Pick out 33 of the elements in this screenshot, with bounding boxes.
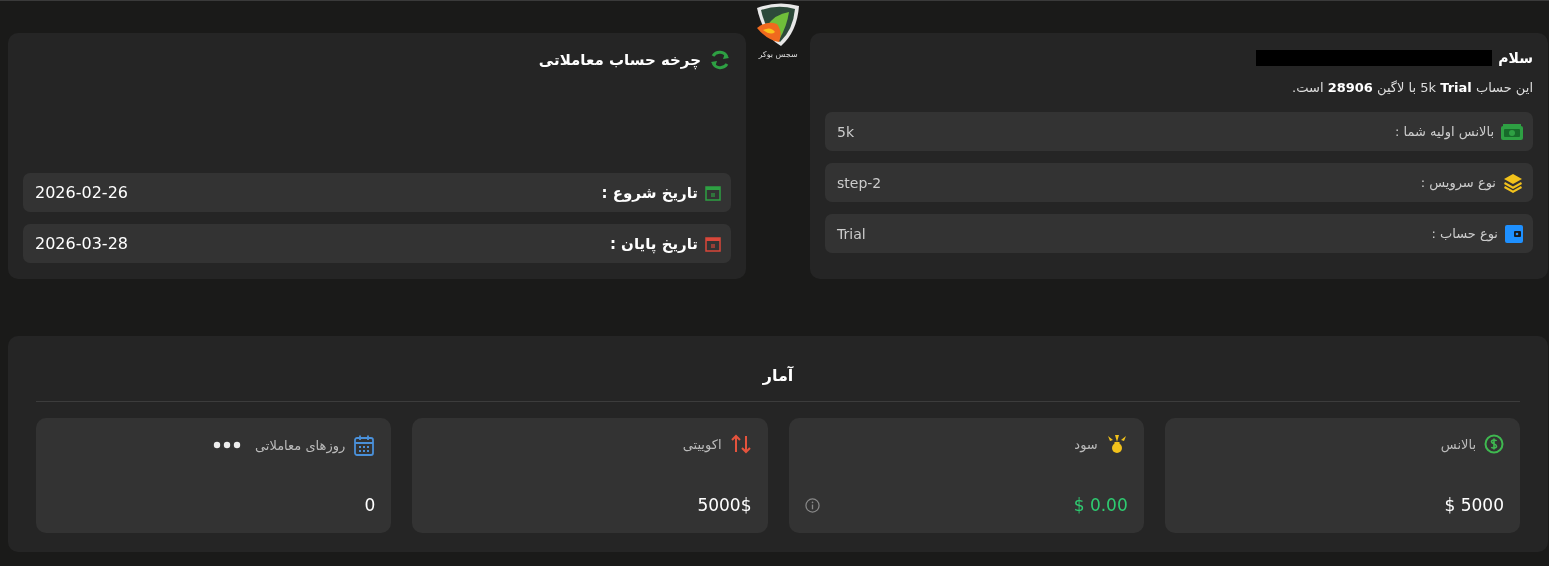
row-value: 2026-03-28 <box>35 234 128 253</box>
info-icon[interactable] <box>804 497 820 513</box>
row-label: نوع حساب : <box>1431 226 1498 241</box>
stat-value: 5000$ <box>697 495 752 515</box>
row-label: تاریخ پایان : <box>609 234 698 253</box>
stat-label: بالانس <box>1440 436 1476 452</box>
refresh-icon <box>709 49 731 71</box>
calendar-icon <box>705 184 721 201</box>
section-title: آمار <box>761 365 795 387</box>
stat-label: روزهای معاملاتی <box>254 437 346 453</box>
stat-label: اکوییتی <box>682 436 722 452</box>
row-value: step-2 <box>837 174 882 191</box>
stat-value: 0 <box>364 495 376 515</box>
wallet-icon <box>1505 224 1523 243</box>
greeting: سلام <box>1498 50 1533 66</box>
stat-label: سود <box>1074 436 1098 452</box>
row-value: 5k <box>837 123 854 140</box>
calendar-icon <box>353 434 376 456</box>
money-icon <box>1501 123 1523 140</box>
up-down-arrows-icon <box>729 434 752 454</box>
row-value: Trial <box>837 225 866 242</box>
row-label: نوع سرویس : <box>1420 175 1496 190</box>
stat-value: $ 5000 <box>1444 495 1504 515</box>
stat-value: $ 0.00 <box>1073 495 1128 515</box>
card-title: چرخه حساب معاملاتی <box>538 51 701 69</box>
row-value: 2026-02-26 <box>35 183 128 202</box>
calendar-icon <box>705 235 721 252</box>
dollar-icon <box>1484 434 1504 454</box>
logo-caption: سجس بوکر <box>758 50 798 59</box>
coin-bag-icon <box>1105 434 1128 454</box>
row-label: بالانس اولیه شما : <box>1394 124 1494 139</box>
row-label: تاریخ شروع : <box>601 183 698 202</box>
layers-icon <box>1503 172 1523 193</box>
